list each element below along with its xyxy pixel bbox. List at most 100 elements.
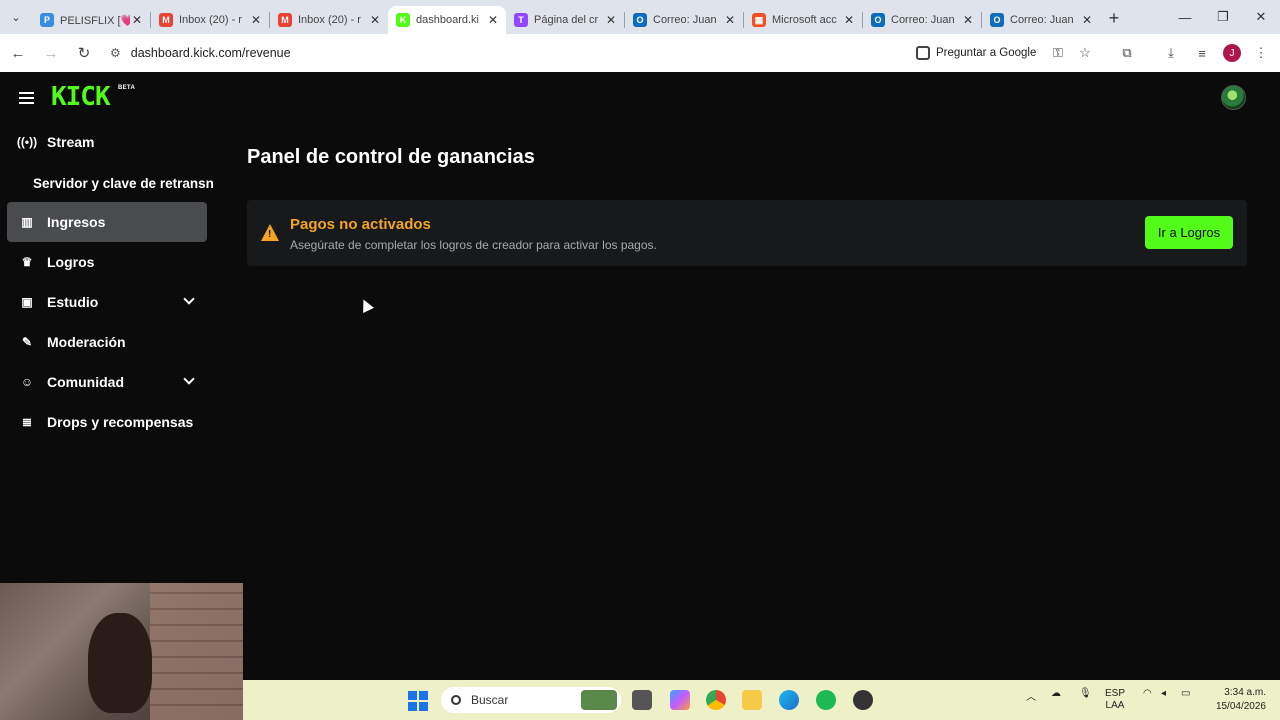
tab-close-icon[interactable]: ✕ bbox=[842, 13, 856, 27]
tray-chevron-up-icon[interactable]: ︿ bbox=[1026, 688, 1036, 703]
tab-close-icon[interactable]: ✕ bbox=[486, 13, 500, 27]
drops-icon: ≣ bbox=[21, 415, 33, 429]
task-view-icon[interactable] bbox=[632, 690, 652, 710]
windows-start-icon[interactable] bbox=[408, 691, 428, 711]
sidebar-item-stream[interactable]: ((•)) Stream bbox=[7, 122, 207, 162]
battery-icon[interactable]: ▭ bbox=[1181, 688, 1190, 699]
sidebar-subitem-stream-key[interactable]: Servidor y clave de retransn bbox=[33, 176, 214, 191]
new-tab-button[interactable]: + bbox=[1100, 8, 1128, 29]
person-silhouette bbox=[88, 613, 152, 713]
copilot-icon[interactable] bbox=[670, 690, 690, 710]
browser-tab[interactable]: O Correo: Juan ✕ bbox=[863, 6, 981, 34]
sidebar-item-ingresos[interactable]: ▥ Ingresos bbox=[7, 202, 207, 242]
tab-title: PELISFLIX [💗 bbox=[60, 14, 130, 27]
clock[interactable]: 3:34 a.m. 15/04/2026 bbox=[1216, 686, 1266, 714]
tab-favicon-icon: O bbox=[990, 13, 1004, 27]
kick-logo[interactable]: KICK bbox=[51, 84, 111, 110]
tab-favicon-icon: M bbox=[278, 13, 292, 27]
brick-wall bbox=[150, 583, 243, 720]
browser-tab[interactable]: O Correo: Juan ✕ bbox=[982, 6, 1100, 34]
tab-close-icon[interactable]: ✕ bbox=[961, 13, 975, 27]
studio-icon: ▣ bbox=[21, 295, 33, 309]
browser-tab[interactable]: O Correo: Juan ✕ bbox=[625, 6, 743, 34]
sidebar-item-label: Stream bbox=[47, 134, 95, 150]
microphone-icon[interactable]: 🎙 bbox=[1079, 688, 1092, 699]
spotify-icon[interactable] bbox=[816, 690, 836, 710]
media-control-icon[interactable]: ≡ bbox=[1193, 44, 1211, 62]
wifi-icon[interactable]: ◠ bbox=[1143, 688, 1152, 699]
extensions-icon[interactable]: ⧉ bbox=[1118, 44, 1136, 62]
tab-favicon-icon: O bbox=[871, 13, 885, 27]
chrome-icon[interactable] bbox=[706, 690, 726, 710]
close-window-button[interactable]: ✕ bbox=[1242, 0, 1280, 34]
language-indicator[interactable]: ESP LAA bbox=[1105, 688, 1125, 712]
tab-close-icon[interactable]: ✕ bbox=[249, 13, 263, 27]
browser-tab[interactable]: Kdashboard.ki ✕ bbox=[388, 6, 506, 34]
menu-toggle-icon[interactable] bbox=[19, 92, 34, 104]
file-explorer-icon[interactable] bbox=[742, 690, 762, 710]
go-to-achievements-button[interactable]: Ir a Logros bbox=[1145, 216, 1233, 249]
tab-title: Inbox (20) - r bbox=[179, 14, 242, 26]
sidebar-item-label: Estudio bbox=[47, 294, 99, 310]
chevron-down-icon[interactable] bbox=[183, 373, 195, 385]
clock-time: 3:34 a.m. bbox=[1224, 687, 1266, 698]
ask-google-label: Preguntar a Google bbox=[936, 47, 1037, 59]
search-icon bbox=[451, 695, 461, 705]
minimize-button[interactable]: — bbox=[1166, 0, 1204, 34]
tab-title: Inbox (20) - r bbox=[298, 14, 361, 26]
tab-favicon-icon: ▦ bbox=[752, 13, 766, 27]
sidebar-item-estudio[interactable]: ▣ Estudio bbox=[7, 282, 207, 322]
sidebar-item-drops[interactable]: ≣ Drops y recompensas bbox=[7, 402, 207, 442]
tab-close-icon[interactable]: ✕ bbox=[368, 13, 382, 27]
site-info-icon[interactable]: ⚙ bbox=[110, 46, 121, 60]
profile-avatar[interactable]: J bbox=[1223, 44, 1241, 62]
download-icon[interactable]: ⤓ bbox=[1162, 44, 1180, 62]
forward-button[interactable]: → bbox=[36, 38, 66, 68]
browser-tab[interactable]: P PELISFLIX [💗 ✕ bbox=[32, 6, 150, 34]
tab-close-icon[interactable]: ✕ bbox=[604, 13, 618, 27]
trees-widget-icon[interactable] bbox=[581, 690, 617, 710]
more-menu-icon[interactable]: ⋮ bbox=[1252, 44, 1270, 62]
warning-icon: ! bbox=[261, 224, 279, 241]
payouts-alert: ! Pagos no activados Asegúrate de comple… bbox=[247, 200, 1247, 266]
sidebar-item-label: Moderación bbox=[47, 334, 126, 350]
cloud-off-icon[interactable]: ☁ bbox=[1051, 688, 1061, 699]
user-avatar[interactable] bbox=[1221, 85, 1246, 110]
browser-tab[interactable]: ▦ Microsoft acc ✕ bbox=[744, 6, 862, 34]
tab-search-button[interactable]: ⌄ bbox=[0, 0, 32, 34]
restore-button[interactable]: ❐ bbox=[1204, 0, 1242, 34]
window-controls: — ❐ ✕ bbox=[1166, 0, 1280, 34]
chart-icon: ▥ bbox=[21, 215, 33, 229]
sidebar-item-comunidad[interactable]: ☺ Comunidad bbox=[7, 362, 207, 402]
mouse-cursor-icon bbox=[358, 297, 374, 313]
edge-icon[interactable] bbox=[779, 690, 799, 710]
sidebar-item-logros[interactable]: ♛ Logros bbox=[7, 242, 207, 282]
tab-title: Correo: Juan bbox=[1010, 14, 1074, 26]
browser-tab[interactable]: M Inbox (20) - r ✕ bbox=[270, 6, 388, 34]
tab-favicon-icon: T bbox=[514, 13, 528, 27]
page-title: Panel de control de ganancias bbox=[247, 146, 535, 168]
beta-badge: BETA bbox=[118, 85, 136, 91]
sidebar-item-moderacion[interactable]: ✎ Moderación bbox=[7, 322, 207, 362]
ask-google-button[interactable]: Preguntar a Google bbox=[916, 44, 1036, 62]
reload-button[interactable]: ↻ bbox=[69, 38, 99, 68]
tab-favicon-icon: M bbox=[159, 13, 173, 27]
tab-close-icon[interactable]: ✕ bbox=[723, 13, 737, 27]
lens-icon bbox=[916, 46, 930, 60]
chevron-down-icon[interactable] bbox=[183, 293, 195, 305]
volume-icon[interactable]: ◂ bbox=[1161, 688, 1166, 699]
back-button[interactable]: ← bbox=[3, 38, 33, 68]
lang-top: ESP bbox=[1105, 688, 1126, 699]
tab-favicon-icon: K bbox=[396, 13, 410, 27]
sidebar-item-label: Ingresos bbox=[47, 214, 106, 230]
obs-icon[interactable] bbox=[853, 690, 873, 710]
bookmark-star-icon[interactable]: ☆ bbox=[1076, 44, 1094, 62]
browser-tab[interactable]: T Página del cr ✕ bbox=[506, 6, 624, 34]
password-key-icon[interactable]: ⚿ bbox=[1049, 44, 1067, 62]
browser-tab[interactable]: M Inbox (20) - r ✕ bbox=[151, 6, 269, 34]
tab-title: Correo: Juan bbox=[891, 14, 955, 26]
tab-favicon-icon: O bbox=[633, 13, 647, 27]
sidebar-item-label: Comunidad bbox=[47, 374, 124, 390]
tab-close-icon[interactable]: ✕ bbox=[130, 13, 144, 27]
tab-close-icon[interactable]: ✕ bbox=[1080, 13, 1094, 27]
